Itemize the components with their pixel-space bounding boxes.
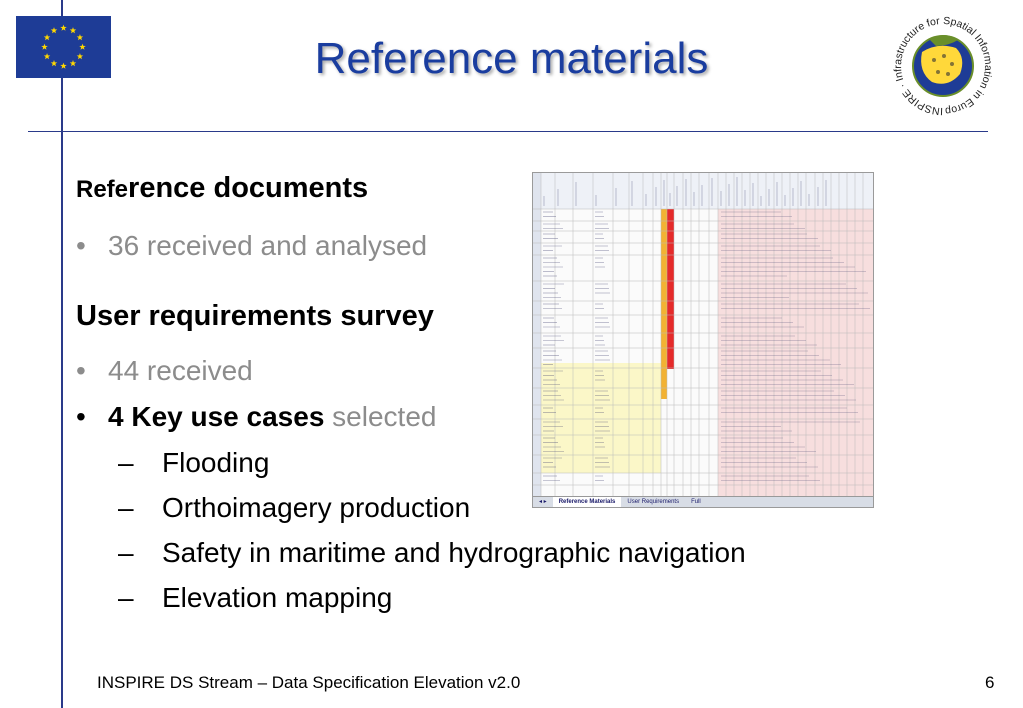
sheet-tab: Full	[691, 499, 701, 505]
vertical-rule	[61, 0, 63, 708]
use-case-label: Elevation mapping	[162, 582, 393, 613]
sheet-red-column	[667, 209, 674, 369]
sheet-orange-column	[661, 209, 667, 399]
sheet-tab: Reference Materials	[552, 497, 622, 507]
reference-documents-heading: Reference documents	[76, 172, 368, 205]
use-case-item: – Orthoimagery production	[118, 492, 471, 523]
header-rule	[28, 131, 988, 132]
spreadsheet-screenshot: ◂ ▸ Reference Materials User Requirements…	[532, 172, 874, 508]
inspire-logo-icon: INSPIRE · Infrastructure for Spatial Inf…	[886, 12, 994, 117]
sheet-nav-arrows: ◂ ▸	[539, 499, 547, 505]
sheet-header-band	[533, 173, 873, 209]
bullet-survey-count: • 44 received	[76, 355, 253, 387]
sheet-row-header	[533, 173, 541, 497]
bullet-muted-text: selected	[324, 401, 437, 432]
bullet-strong-text: 4 Key use cases	[108, 401, 325, 432]
bullet-dot: •	[76, 401, 86, 432]
bullet-dot: •	[76, 230, 86, 261]
use-case-label: Orthoimagery production	[162, 492, 471, 523]
bullet-text: 44 received	[108, 355, 253, 386]
spreadsheet-grid	[533, 173, 873, 497]
sheet-tab-bar: ◂ ▸ Reference Materials User Requirements…	[533, 496, 873, 507]
user-requirements-heading: User requirements survey	[76, 300, 434, 332]
use-case-item: – Elevation mapping	[118, 582, 393, 613]
heading-lead: Refe	[76, 176, 129, 203]
use-case-item: – Flooding	[118, 447, 270, 478]
bullet-text: 36 received and analysed	[108, 230, 428, 261]
sheet-pink-region	[718, 209, 873, 497]
footer-text: INSPIRE DS Stream – Data Specification E…	[97, 673, 521, 692]
use-case-item: – Safety in maritime and hydrographic nav…	[118, 537, 746, 568]
sheet-tab: User Requirements	[627, 499, 680, 505]
slide-title: Reference materials	[314, 34, 709, 83]
page-number: 6	[985, 673, 995, 692]
bullet-key-use-cases: • 4 Key use cases selected	[76, 401, 436, 433]
use-case-label: Flooding	[162, 447, 270, 478]
bullet-reference-count: • 36 received and analysed	[76, 230, 427, 262]
bullet-dot: •	[76, 355, 86, 386]
heading-rest: rence documents	[128, 172, 369, 204]
use-case-label: Safety in maritime and hydrographic navi…	[162, 537, 746, 568]
